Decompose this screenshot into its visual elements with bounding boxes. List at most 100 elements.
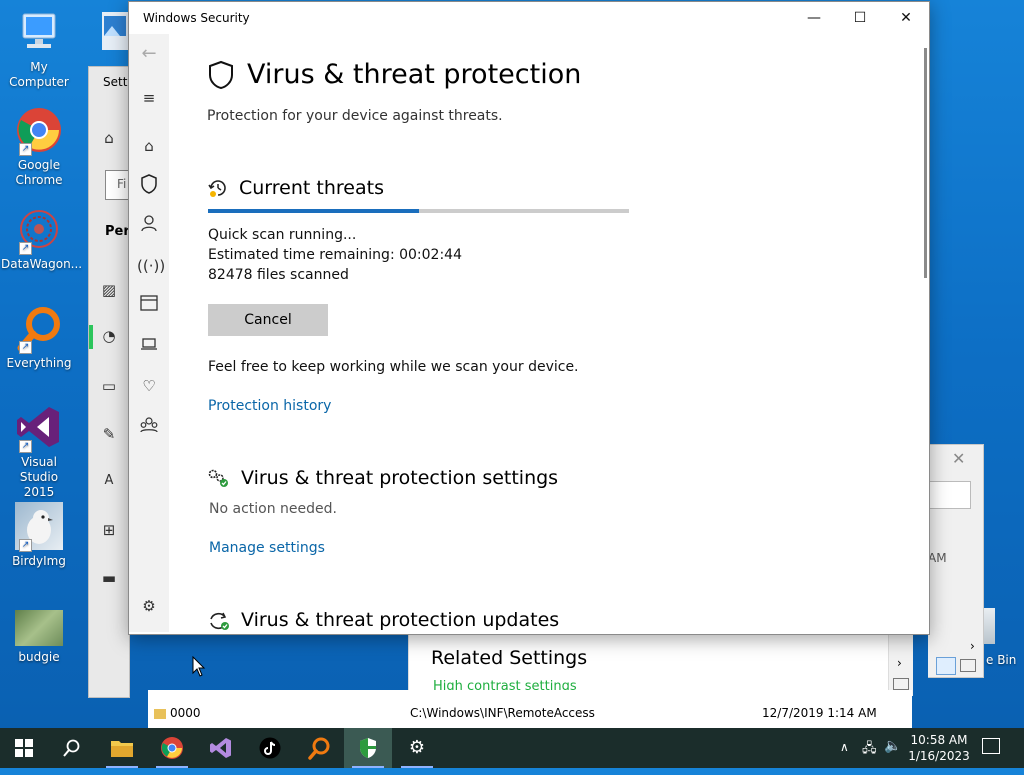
page-subtitle: Protection for your device against threa…: [207, 108, 503, 124]
background-icon[interactable]: ▨: [89, 281, 129, 299]
everything-search-icon[interactable]: [295, 728, 343, 768]
shortcut-arrow-icon: ↗: [19, 341, 32, 354]
device-security-icon[interactable]: [137, 334, 161, 358]
clock[interactable]: 10:58 AM 1/16/2023: [900, 732, 978, 764]
background-dialog[interactable]: ✕ AM ›: [928, 444, 984, 678]
title-bar[interactable]: Windows Security — ☐ ✕: [129, 2, 929, 34]
related-settings-scroll[interactable]: ›: [888, 632, 913, 696]
related-settings-heading: Related Settings: [431, 647, 588, 669]
chrome-icon[interactable]: [148, 728, 196, 768]
start-icon[interactable]: ⊞: [89, 521, 129, 539]
start-button[interactable]: [0, 728, 48, 768]
fonts-icon[interactable]: A: [89, 473, 129, 488]
visual-studio-icon[interactable]: [197, 728, 245, 768]
preview-view-icon[interactable]: [960, 659, 976, 672]
settings-gear-icon[interactable]: ⚙: [393, 728, 441, 768]
mouse-cursor-icon: [192, 655, 206, 681]
desktop-icon-visual-studio[interactable]: ↗ Visual Studio 2015: [1, 403, 77, 500]
desktop-icon-my-computer[interactable]: My Computer: [1, 8, 77, 90]
maximize-button[interactable]: ☐: [837, 2, 883, 34]
family-icon[interactable]: [137, 416, 161, 440]
scan-status: Quick scan running...: [208, 227, 357, 243]
home-icon[interactable]: ⌂: [89, 129, 129, 147]
bird-image-icon: ↗: [15, 502, 63, 552]
visual-studio-icon: ↗: [15, 403, 63, 453]
tiktok-icon[interactable]: [246, 728, 294, 768]
protection-settings-heading: Virus & threat protection settings: [241, 467, 559, 489]
close-button[interactable]: ✕: [883, 2, 929, 34]
recycle-bin-icon[interactable]: [983, 608, 995, 644]
shortcut-arrow-icon: ↗: [19, 539, 32, 552]
desktop-icon-birdyimg[interactable]: ↗ BirdyImg: [1, 502, 77, 569]
keep-working-text: Feel free to keep working while we scan …: [208, 359, 579, 375]
system-tray: ∧ 🖧 🔈: [836, 728, 906, 768]
window-title: Windows Security: [143, 11, 250, 25]
settings-gear-check-icon: [207, 468, 231, 491]
desktop-icon-datawagon[interactable]: ↗ DataWagon...: [1, 205, 82, 272]
image-file-icon: [104, 16, 126, 36]
account-icon[interactable]: [137, 214, 161, 238]
dialog-text: AM: [928, 551, 947, 565]
chevron-right-icon[interactable]: ›: [897, 656, 902, 670]
windows-security-taskbar-button[interactable]: [344, 728, 392, 768]
scrollbar-thumb[interactable]: [924, 48, 927, 278]
view-icon[interactable]: [893, 678, 909, 690]
settings-title: Setti: [103, 75, 131, 89]
recycle-bin-label[interactable]: e Bin: [986, 653, 1016, 667]
volume-icon[interactable]: 🔈: [884, 738, 901, 754]
themes-icon[interactable]: ✎: [89, 425, 129, 443]
desktop-icon-label: Google Chrome: [15, 158, 63, 187]
desktop-icon-label: budgie: [18, 650, 60, 664]
close-icon[interactable]: ✕: [952, 449, 965, 468]
search-placeholder: Fi: [117, 177, 127, 191]
back-arrow-icon[interactable]: ←: [137, 42, 161, 66]
magnifier-icon: ↗: [15, 304, 63, 354]
nav-rail: ← ≡ ⌂ ((·)) ♡ ⚙: [129, 34, 169, 632]
minimize-button[interactable]: —: [791, 2, 837, 34]
home-icon[interactable]: ⌂: [137, 134, 161, 158]
lock-screen-icon[interactable]: ▭: [89, 377, 129, 395]
network-icon[interactable]: 🖧: [862, 739, 877, 761]
time-remaining: Estimated time remaining: 00:02:44: [208, 247, 462, 263]
hamburger-menu-icon[interactable]: ≡: [137, 86, 161, 110]
cancel-button[interactable]: Cancel: [208, 304, 328, 336]
chevron-up-icon[interactable]: ∧: [840, 740, 849, 754]
taskbar-icon[interactable]: ▬: [89, 569, 129, 587]
shield-icon: [207, 60, 235, 93]
budgie-image-icon: [15, 610, 63, 646]
clock-time: 10:58 AM: [910, 733, 968, 747]
shortcut-arrow-icon: ↗: [19, 242, 32, 255]
details-view-icon[interactable]: [936, 657, 956, 675]
files-scanned: 82478 files scanned: [208, 267, 349, 283]
network-icon[interactable]: ((·)): [137, 254, 165, 278]
related-settings-panel: Related Settings High contrast settings: [408, 632, 889, 696]
scan-progress-bar: [208, 209, 629, 213]
file-explorer-icon[interactable]: [98, 728, 146, 768]
file-name: 0000: [170, 706, 201, 720]
desktop-icon-partial[interactable]: [102, 12, 128, 50]
chrome-icon: ↗: [15, 106, 63, 156]
protection-history-link[interactable]: Protection history: [208, 398, 331, 414]
shield-icon[interactable]: [137, 174, 161, 198]
desktop-icon-budgie[interactable]: budgie: [1, 610, 77, 665]
windows-security-window: Windows Security — ☐ ✕ ← ≡ ⌂ ((·)) ♡ ⚙ V…: [128, 1, 930, 635]
dialog-input[interactable]: [928, 481, 971, 509]
chevron-right-icon[interactable]: ›: [970, 639, 975, 653]
update-refresh-icon: [207, 610, 231, 632]
desktop-icon-label: My Computer: [9, 60, 69, 89]
search-icon[interactable]: [48, 728, 96, 768]
desktop-icon-chrome[interactable]: ↗ Google Chrome: [1, 106, 77, 188]
desktop-icon-everything[interactable]: ↗ Everything: [1, 304, 77, 371]
settings-window[interactable]: Setti ⌂ Fi Pers ▨ ◔ ▭ ✎ A ⊞ ▬: [88, 66, 138, 698]
notification-icon[interactable]: [982, 738, 1000, 754]
colors-icon[interactable]: ◔: [89, 327, 129, 345]
page-title: Virus & threat protection: [247, 59, 582, 90]
clock-date: 1/16/2023: [908, 749, 970, 763]
gear-icon[interactable]: ⚙: [137, 594, 161, 618]
scan-history-icon: [207, 177, 229, 202]
health-heart-icon[interactable]: ♡: [137, 374, 161, 398]
app-browser-icon[interactable]: [137, 294, 161, 318]
table-row[interactable]: 0000 C:\Windows\INF\RemoteAccess 12/7/20…: [148, 706, 912, 726]
shortcut-arrow-icon: ↗: [19, 143, 32, 156]
manage-settings-link[interactable]: Manage settings: [209, 540, 325, 556]
